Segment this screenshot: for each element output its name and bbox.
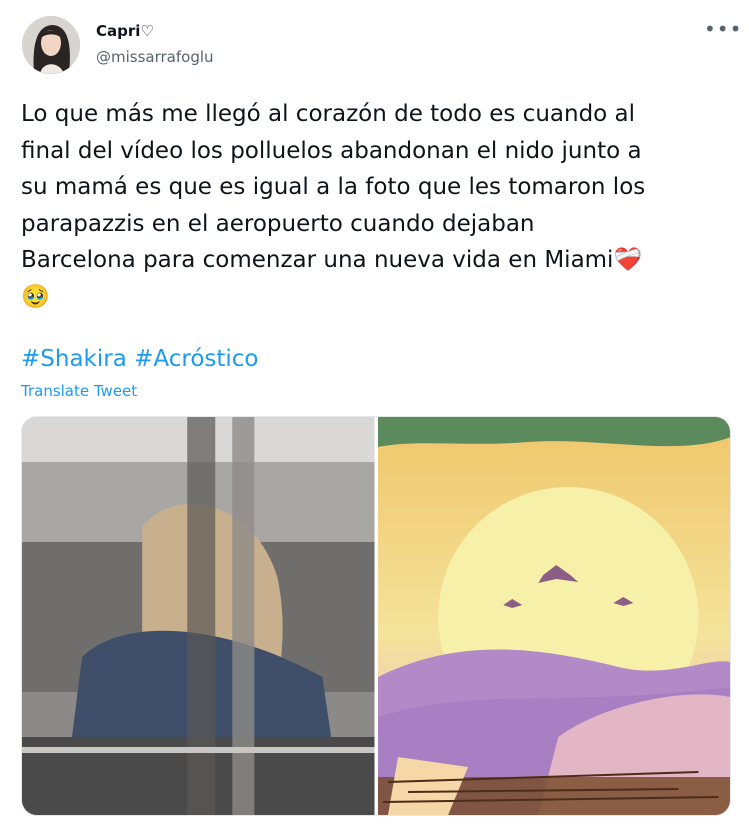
- hashtag-shakira[interactable]: #Shakira: [21, 346, 127, 372]
- profile-photo-icon: [22, 16, 80, 74]
- airport-photo-icon: [22, 417, 375, 815]
- media-grid: [21, 416, 731, 816]
- hashtag-list: #Shakira #Acróstico: [21, 342, 259, 376]
- translate-tweet-link[interactable]: Translate Tweet: [21, 382, 137, 400]
- photo-airport[interactable]: [22, 417, 375, 815]
- more-options-button[interactable]: •••: [704, 19, 742, 39]
- illustration-birds-nest-icon: [377, 417, 730, 815]
- more-horizontal-icon: •••: [704, 17, 743, 41]
- hashtag-acrostico[interactable]: #Acróstico: [134, 346, 258, 372]
- author-handle[interactable]: @missarrafoglu: [96, 48, 214, 66]
- author-display-name[interactable]: Capri♡: [96, 22, 154, 40]
- photo-illustration[interactable]: [377, 417, 730, 815]
- tweet-text: Lo que más me llegó al corazón de todo e…: [21, 101, 646, 310]
- avatar[interactable]: [22, 16, 80, 74]
